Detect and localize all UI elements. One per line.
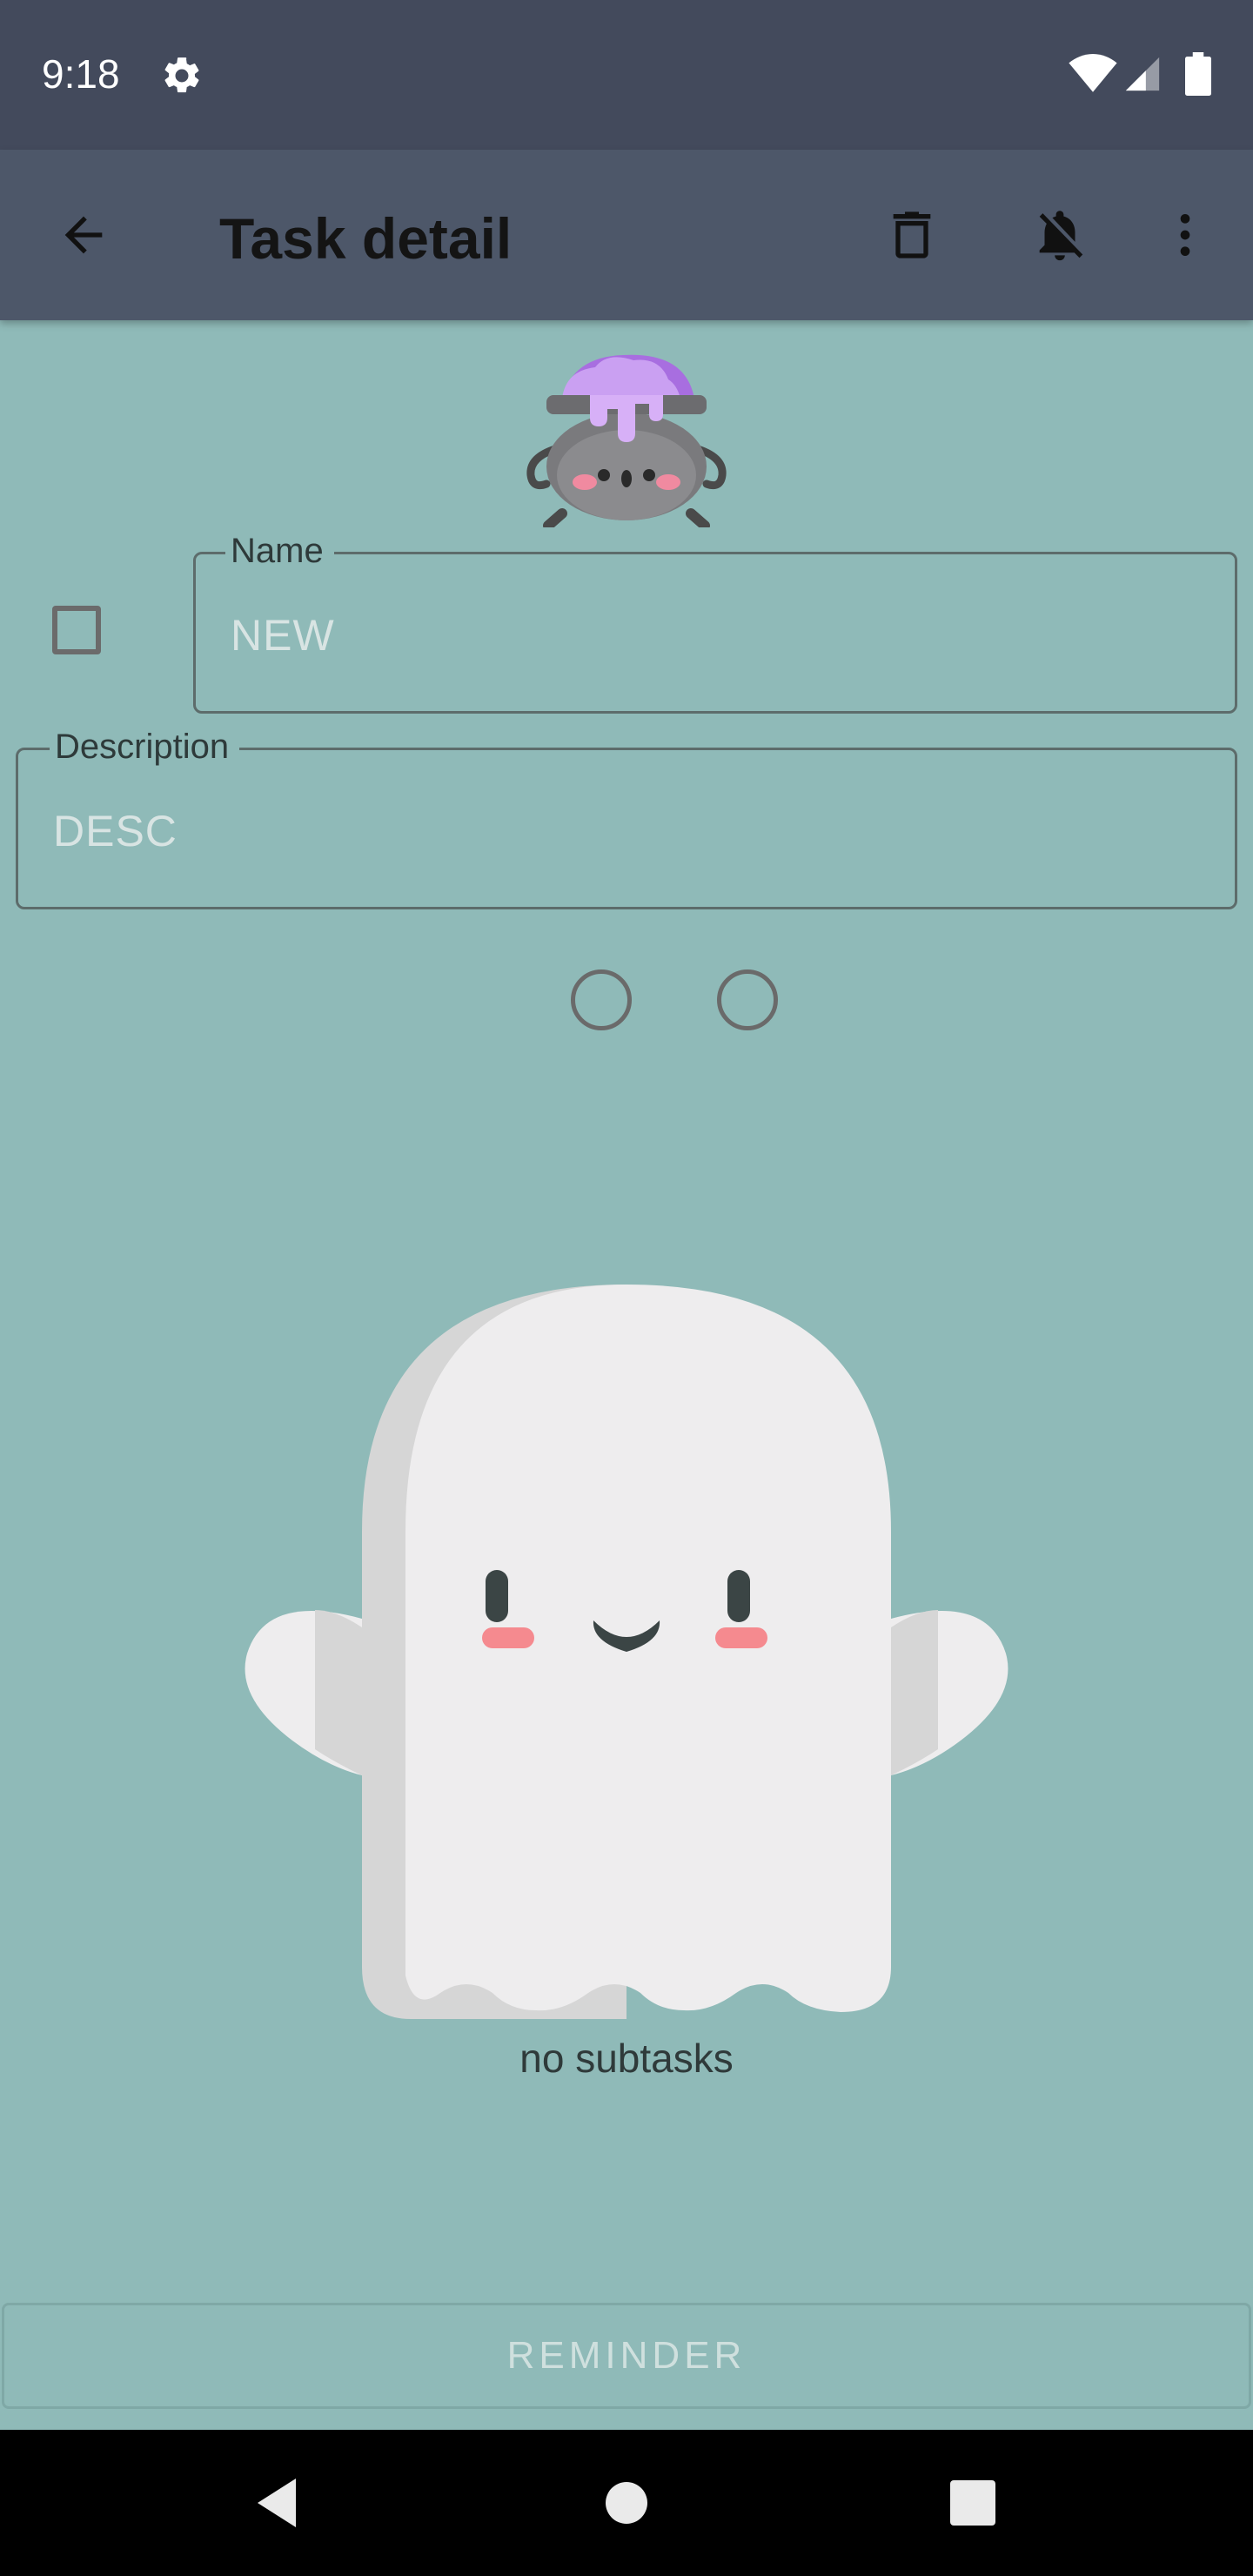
notifications-off-icon [1039,211,1083,261]
radio-option-1[interactable] [571,969,632,1030]
name-field-label: Name [225,532,334,571]
nav-recents-button[interactable] [929,2459,1016,2546]
app-bar: Task detail [0,150,1253,320]
delete-button[interactable] [877,200,947,270]
task-complete-checkbox[interactable] [52,606,101,654]
battery-icon [1185,52,1211,96]
name-field-value[interactable]: NEW [231,610,335,661]
ghost-illustration [245,1285,1008,2019]
nav-recents-icon [950,2480,995,2526]
system-navigation-bar [0,2430,1253,2576]
delete-icon [893,211,931,258]
reminder-toggle-button[interactable] [1025,200,1095,270]
page-title: Task detail [219,206,513,271]
cauldron-icon [526,354,727,527]
nav-home-icon [606,2482,647,2524]
description-field-label: Description [50,728,240,767]
gear-icon [164,57,199,93]
status-time: 9:18 [42,51,120,97]
name-field[interactable]: Name NEW [193,532,1237,714]
back-button[interactable] [49,200,118,270]
nav-back-button[interactable] [233,2459,320,2546]
more-vert-icon [1180,214,1190,256]
reminder-button[interactable]: REMINDER [2,2303,1251,2409]
description-field[interactable]: Description DESC [16,728,1237,909]
description-field-value[interactable]: DESC [53,806,178,856]
more-options-button[interactable] [1150,200,1220,270]
nav-back-icon [258,2479,296,2527]
signal-icon [1125,57,1160,91]
wifi-icon [1069,54,1117,92]
radio-option-2[interactable] [717,969,778,1030]
status-bar: 9:18 [0,0,1253,150]
back-arrow-icon [64,216,103,254]
empty-subtasks-text: no subtasks [519,2036,734,2081]
nav-home-button[interactable] [583,2459,670,2546]
